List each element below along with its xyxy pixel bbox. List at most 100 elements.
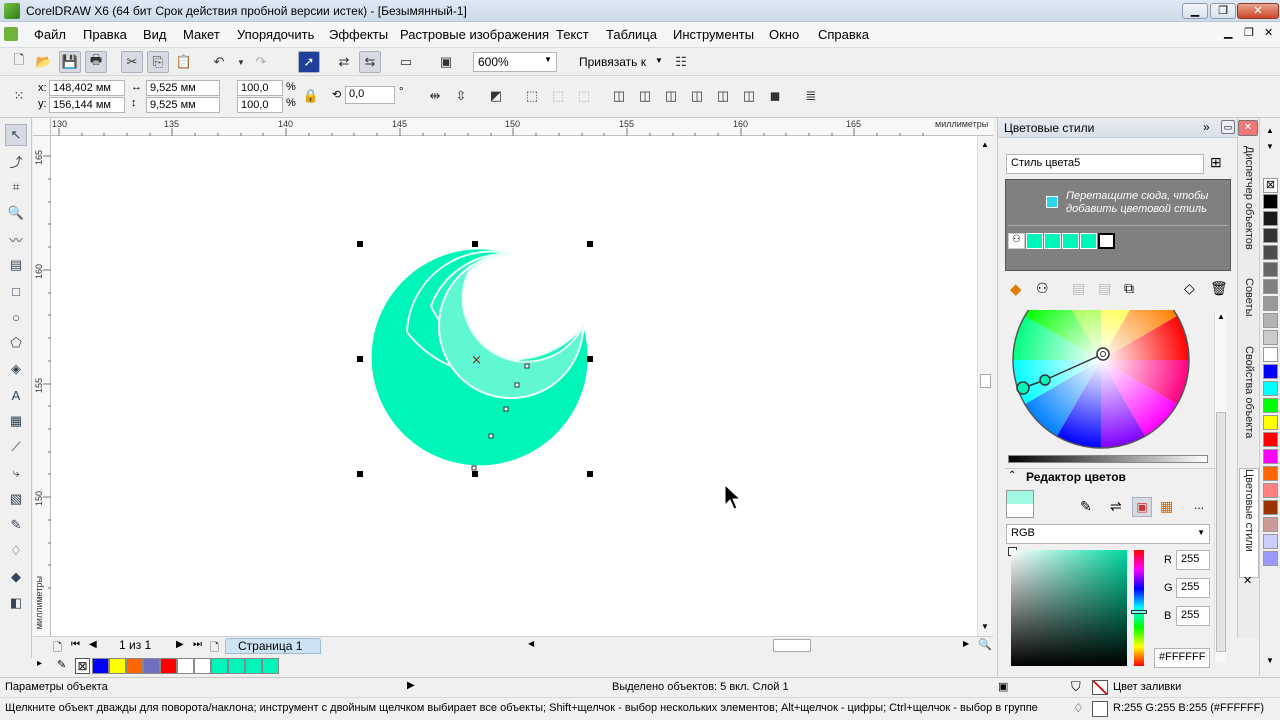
- mirror-horizontal-icon[interactable]: ⇹: [424, 85, 446, 107]
- hue-slider[interactable]: [1131, 550, 1147, 666]
- options-icon[interactable]: ☷: [670, 51, 692, 73]
- zoom-icon[interactable]: 🔍: [978, 638, 992, 651]
- front-minus-back-icon[interactable]: ◫: [712, 85, 734, 107]
- harmony-icon[interactable]: ⚇: [1008, 233, 1025, 249]
- close-tab-icon[interactable]: ✕: [1243, 574, 1252, 587]
- connector-tool-icon[interactable]: ⤷: [5, 462, 27, 484]
- palette-swatch[interactable]: [1263, 296, 1278, 311]
- y-position-field[interactable]: 156,144 мм: [49, 97, 125, 113]
- scroll-up-icon[interactable]: ▲: [981, 140, 989, 149]
- palette-swatch[interactable]: [1263, 500, 1278, 515]
- palette-scroll-up-icon[interactable]: ▲: [1266, 126, 1274, 135]
- style-swatch-selected[interactable]: [1098, 233, 1115, 249]
- new-icon[interactable]: 🗋: [8, 51, 30, 73]
- print-icon[interactable]: 🖶: [85, 51, 107, 73]
- eyedropper-icon[interactable]: ✎: [57, 658, 66, 671]
- palette-swatch[interactable]: [1263, 551, 1278, 566]
- intersect-icon[interactable]: ◫: [660, 85, 682, 107]
- palette-swatch[interactable]: [1263, 245, 1278, 260]
- page-tab-1[interactable]: Страница 1: [225, 638, 321, 654]
- crescent-drawing[interactable]: ×: [51, 136, 977, 636]
- palette-swatch[interactable]: [143, 658, 160, 674]
- table-tool-icon[interactable]: ▦: [5, 410, 27, 432]
- scroll-thumb[interactable]: [1216, 412, 1226, 652]
- no-color-swatch[interactable]: ⊠: [1263, 178, 1278, 193]
- menu-table[interactable]: Таблица: [606, 27, 657, 42]
- maximize-button[interactable]: ❐: [1210, 3, 1236, 19]
- menu-layout[interactable]: Макет: [183, 27, 220, 42]
- palette-swatch[interactable]: [1263, 330, 1278, 345]
- tab-color-styles[interactable]: Цветовые стили: [1239, 468, 1259, 578]
- palette-swatch[interactable]: [1263, 228, 1278, 243]
- chevron-down-icon[interactable]: ▼: [655, 56, 663, 65]
- palette-swatch[interactable]: [1263, 483, 1278, 498]
- minimize-button[interactable]: ▁: [1182, 3, 1208, 19]
- basic-shapes-icon[interactable]: ◈: [5, 358, 27, 380]
- new-harmony-icon[interactable]: ◆: [1010, 280, 1022, 298]
- object-properties-label[interactable]: Параметры объекта: [5, 681, 108, 693]
- palette-swatch[interactable]: [1263, 466, 1278, 481]
- menu-window[interactable]: Окно: [769, 27, 799, 42]
- blend-tool-icon[interactable]: ▧: [5, 488, 27, 510]
- palette-swatch[interactable]: [1263, 534, 1278, 549]
- welcome-screen-icon[interactable]: ▣: [435, 51, 457, 73]
- color-picker-square[interactable]: [1011, 550, 1127, 666]
- palette-menu-icon[interactable]: ▸: [37, 658, 42, 669]
- tab-object-properties[interactable]: Свойства объекта: [1239, 346, 1259, 461]
- eyedropper-tool-icon[interactable]: ✎: [5, 514, 27, 536]
- palette-swatch[interactable]: [1263, 347, 1278, 362]
- prev-page-icon[interactable]: ◀: [89, 639, 97, 650]
- polygon-tool-icon[interactable]: ⬠: [5, 332, 27, 354]
- palette-swatch[interactable]: [211, 658, 228, 674]
- open-icon[interactable]: 📂: [33, 51, 55, 73]
- smart-fill-icon[interactable]: ▤: [5, 254, 27, 276]
- scale-y-field[interactable]: 100,0: [237, 97, 283, 113]
- copy-icon[interactable]: ⎘: [147, 51, 169, 73]
- outline-pen-icon[interactable]: ♢: [5, 540, 27, 562]
- fill-tool-icon[interactable]: ◆: [5, 566, 27, 588]
- style-swatch[interactable]: [1062, 233, 1079, 249]
- palette-swatch[interactable]: [262, 658, 279, 674]
- color-model-select[interactable]: RGB ▼: [1006, 524, 1210, 544]
- brightness-slider[interactable]: [1008, 455, 1208, 463]
- b-value-field[interactable]: 255: [1176, 606, 1210, 626]
- docker-scrollbar[interactable]: ▲: [1214, 312, 1226, 662]
- doc-close-icon[interactable]: ✕: [1264, 26, 1273, 39]
- weld-icon[interactable]: ◫: [608, 85, 630, 107]
- import-icon[interactable]: ➚: [298, 51, 320, 73]
- pick-tool-icon[interactable]: ↖: [5, 124, 27, 146]
- crescent-shape-5[interactable]: [438, 253, 584, 399]
- menu-effects[interactable]: Эффекты: [329, 27, 388, 42]
- palette-swatch[interactable]: [1263, 364, 1278, 379]
- docker-close-button[interactable]: ✕: [1238, 120, 1258, 136]
- create-boundary-icon[interactable]: ◼: [764, 85, 786, 107]
- x-position-field[interactable]: 148,402 мм: [49, 80, 125, 96]
- undo-dropdown-icon[interactable]: ▼: [230, 51, 252, 73]
- shape-tool-icon[interactable]: ⤴: [5, 150, 27, 172]
- palette-swatch[interactable]: [1263, 211, 1278, 226]
- scroll-up-icon[interactable]: ▲: [1217, 312, 1225, 321]
- width-field[interactable]: 9,525 мм: [146, 80, 220, 96]
- color-wheel-panel[interactable]: [1006, 310, 1212, 468]
- palette-swatch[interactable]: [194, 658, 211, 674]
- zoom-select[interactable]: 600% ▼: [473, 52, 557, 72]
- palette-swatch[interactable]: [1263, 262, 1278, 277]
- crop-tool-icon[interactable]: ⌗: [5, 176, 27, 198]
- delete-icon[interactable]: 🗑: [1210, 280, 1228, 297]
- scroll-left-icon[interactable]: ◀: [528, 639, 534, 648]
- palette-swatch[interactable]: [92, 658, 109, 674]
- palette-swatch[interactable]: [1263, 398, 1278, 413]
- menu-help[interactable]: Справка: [818, 27, 869, 42]
- no-color-swatch[interactable]: ⊠: [75, 658, 90, 674]
- last-page-icon[interactable]: ⏭: [193, 639, 202, 650]
- publish-icon[interactable]: ⇆: [359, 51, 381, 73]
- docker-minimize-button[interactable]: ▭: [1221, 120, 1235, 134]
- back-minus-front-icon[interactable]: ◫: [738, 85, 760, 107]
- menu-edit[interactable]: Правка: [83, 27, 127, 42]
- palette-swatch[interactable]: [1263, 517, 1278, 532]
- snap-to-dropdown[interactable]: Привязать к: [579, 55, 646, 69]
- hscroll-thumb[interactable]: [773, 639, 811, 652]
- ungroup-icon[interactable]: ⬚: [547, 85, 569, 107]
- fill-color-swatch[interactable]: [1092, 680, 1108, 695]
- menu-file[interactable]: Файл: [34, 27, 66, 42]
